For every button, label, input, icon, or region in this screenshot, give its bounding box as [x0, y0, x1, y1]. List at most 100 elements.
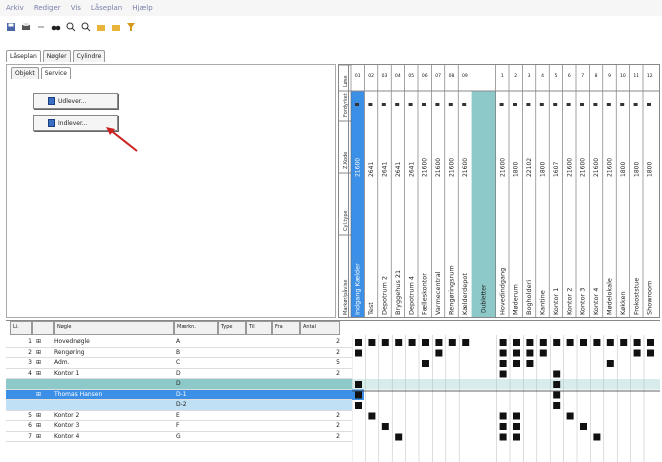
cell-maerkn: B [176, 348, 181, 356]
expand-icon[interactable]: ⊞ [36, 370, 44, 377]
table-row[interactable]: 4 ⊞ Kontor 1 D 2 [6, 368, 352, 379]
cell-antal: 2 [336, 338, 340, 346]
matrix-key-mark [368, 412, 376, 420]
matrix-key-mark [553, 370, 561, 378]
matrix-key-mark [462, 339, 470, 346]
save-icon[interactable] [6, 22, 16, 32]
zoom-in-icon[interactable] [66, 22, 76, 32]
a-col-mark [381, 103, 386, 106]
filter-icon[interactable] [126, 22, 136, 32]
tab-objekt[interactable]: Objekt [11, 67, 39, 79]
folder-open-icon[interactable] [111, 22, 121, 32]
matrix-key-mark [355, 339, 362, 346]
b-col-code: 1800 [633, 162, 640, 177]
matrix-key-mark [355, 402, 362, 409]
b-col-number: 3 [528, 73, 531, 79]
a-col-mark [422, 103, 426, 106]
matrix-key-mark [553, 391, 561, 399]
menu-item-laseplan[interactable]: Låseplan [91, 4, 122, 12]
col-header-maerkn[interactable]: Mærkn. [174, 321, 218, 335]
print-icon[interactable] [21, 22, 31, 32]
expand-icon[interactable]: ⊞ [36, 338, 44, 345]
table-row[interactable]: ⊞ Thomas Hansen D-1 [6, 389, 352, 400]
a-col-number: 05 [408, 73, 414, 79]
cell-nogle: Kontor 3 [54, 422, 80, 430]
b-col-code: 21600 [499, 158, 506, 177]
cell-maerkn: G [176, 432, 181, 440]
cylinder-header-grid: LøseFordyrketZ.KodeCyl.typeMarkør/påvise… [339, 65, 659, 317]
b-col-name: Kantine [539, 290, 547, 315]
tab-laseplan[interactable]: Låseplan [6, 50, 41, 62]
b-col-name: Hovedindgang [498, 268, 506, 315]
nav-icon[interactable] [36, 22, 46, 32]
table-row[interactable]: 7 ⊞ Kontor 4 G 2 [6, 431, 352, 442]
cell-li: 4 [28, 369, 32, 377]
a-col-number: 06 [422, 73, 428, 79]
a-col-code: 2641 [395, 162, 402, 177]
a-col-mark [448, 103, 453, 106]
menu-item-arkiv[interactable]: Arkiv [6, 4, 24, 12]
b-col-code: 21600 [566, 158, 573, 177]
table-row[interactable]: 2 ⊞ Rengøring B 2 [6, 347, 352, 358]
matrix-key-mark [381, 423, 389, 430]
matrix-key-mark [620, 339, 628, 346]
matrix-key-mark [606, 339, 614, 346]
col-header-fra[interactable]: Fra [272, 321, 300, 335]
a-col-name: Varmecentral [434, 271, 442, 315]
a-col-name: Indgang Kælder [354, 263, 362, 315]
cell-nogle: Kontor 1 [54, 369, 80, 377]
menu-item-hjaelp[interactable]: Hjælp [132, 4, 152, 12]
dubletter-column [471, 91, 496, 317]
col-header-antal[interactable]: Antal [300, 321, 340, 335]
folder-icon[interactable] [96, 22, 106, 32]
menu-item-rediger[interactable]: Rediger [34, 4, 61, 12]
expand-icon[interactable]: ⊞ [36, 391, 44, 398]
b-col-code: 22102 [526, 158, 533, 177]
b-col-number: 6 [568, 73, 571, 79]
tab-nogler[interactable]: Nøgler [42, 50, 71, 62]
b-col-name: Kontor 1 [552, 288, 560, 315]
col-header-nogle[interactable]: Nøgle [54, 321, 174, 335]
binoculars-icon[interactable] [51, 22, 61, 32]
b-col-code: 21600 [607, 158, 614, 177]
expand-icon[interactable]: ⊞ [36, 349, 44, 356]
cell-nogle: Rengøring [54, 348, 85, 356]
expand-icon[interactable]: ⊞ [36, 433, 44, 440]
a-col-mark [435, 103, 440, 106]
b-col-name: Showroom [646, 281, 654, 315]
col-header-blank[interactable] [32, 321, 54, 335]
table-row[interactable]: D [6, 379, 352, 390]
cell-antal: 2 [336, 422, 340, 430]
col-header-type[interactable]: Type [218, 321, 246, 335]
expand-icon[interactable]: ⊞ [36, 412, 44, 419]
tab-cylindre[interactable]: Cylindre [72, 50, 106, 62]
table-row[interactable]: 6 ⊞ Kontor 3 F 2 [6, 421, 352, 432]
matrix-key-mark [381, 339, 389, 346]
cell-li: 1 [28, 338, 32, 346]
expand-icon[interactable]: ⊞ [36, 359, 44, 366]
a-col-code: 21600 [355, 158, 362, 177]
menu-item-vis[interactable]: Vis [71, 4, 81, 12]
expand-icon[interactable]: ⊞ [36, 422, 44, 429]
b-col-mark [606, 103, 611, 106]
table-row[interactable]: 3 ⊞ Adm. C 5 [6, 358, 352, 369]
tab-service[interactable]: Service [40, 67, 71, 79]
a-col-mark [408, 103, 413, 106]
b-col-number: 9 [608, 73, 611, 79]
table-row[interactable]: D-2 [6, 400, 352, 411]
b-col-code: 1800 [513, 162, 520, 177]
matrix-key-mark [499, 412, 507, 420]
b-col-mark [566, 103, 571, 106]
matrix-key-mark [553, 381, 561, 388]
b-col-number: 8 [595, 73, 598, 79]
col-header-li[interactable]: Li. [10, 321, 32, 335]
table-row[interactable]: 1 ⊞ Hovednøgle A 2 [6, 337, 352, 348]
zoom-out-icon[interactable] [81, 22, 91, 32]
a-col-mark [368, 103, 373, 106]
col-header-til[interactable]: Til [246, 321, 272, 335]
udlever-button[interactable]: Udlever... [33, 93, 118, 109]
a-col-name: Test [367, 302, 375, 316]
table-row[interactable]: 5 ⊞ Kontor 2 E 2 [6, 410, 352, 421]
cell-li: 5 [28, 411, 32, 419]
a-col-code: 2641 [368, 162, 375, 177]
